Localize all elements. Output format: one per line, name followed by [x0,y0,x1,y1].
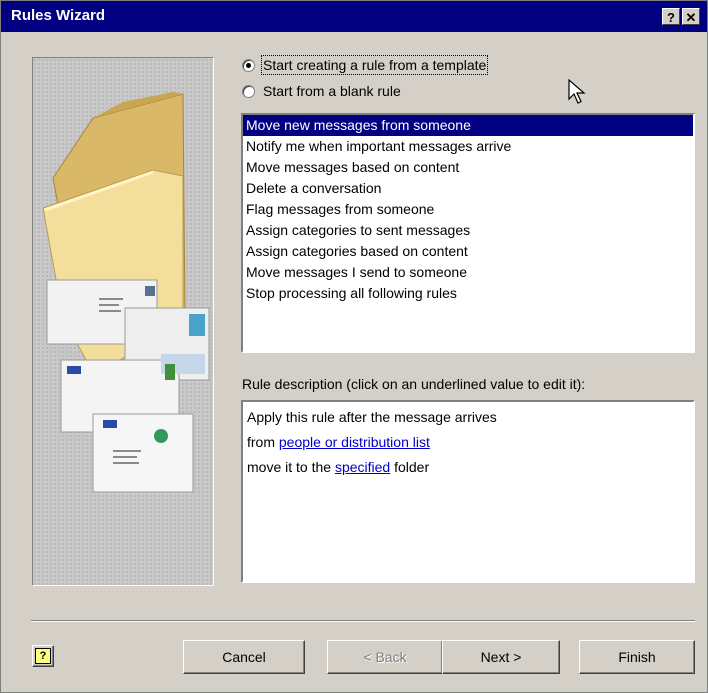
description-line-1: Apply this rule after the message arrive… [247,409,497,425]
help-button[interactable]: ? [32,645,54,667]
option-blank-rule[interactable]: Start from a blank rule [242,81,401,101]
title-bar[interactable]: Rules Wizard ? ✕ [1,1,707,32]
radio-blank[interactable] [242,84,255,98]
description-line-3: move it to the specified folder [247,456,693,481]
list-item[interactable]: Move messages I send to someone [243,262,693,283]
description-move-text: move it to the [247,459,332,475]
rule-description-box: Apply this rule after the message arrive… [241,400,695,583]
radio-template[interactable] [242,58,255,72]
rule-description-label: Rule description (click on an underlined… [242,376,586,392]
next-button[interactable]: Next > [442,640,560,674]
people-or-distribution-list-link[interactable]: people or distribution list [279,434,430,450]
list-item[interactable]: Flag messages from someone [243,199,693,220]
description-from-text: from [247,434,275,450]
list-item[interactable]: Stop processing all following rules [243,283,693,304]
cancel-button[interactable]: Cancel [183,640,305,674]
separator [31,620,695,622]
list-item[interactable]: Assign categories to sent messages [243,220,693,241]
list-item[interactable]: Assign categories based on content [243,241,693,262]
window-title: Rules Wizard [11,7,106,24]
title-help-button[interactable]: ? [662,8,680,25]
list-item[interactable]: Move new messages from someone [243,115,693,136]
option-template-label[interactable]: Start creating a rule from a template [260,55,489,75]
list-item[interactable]: Move messages based on content [243,157,693,178]
option-from-template[interactable]: Start creating a rule from a template [242,55,489,75]
close-button[interactable]: ✕ [682,8,700,25]
help-icon: ? [35,648,51,664]
list-item[interactable]: Notify me when important messages arrive [243,136,693,157]
option-blank-label[interactable]: Start from a blank rule [263,83,401,99]
folder-envelopes-illustration [42,92,210,493]
back-button[interactable]: < Back [327,640,443,674]
description-line-2: from people or distribution list [247,431,693,456]
specified-folder-link[interactable]: specified [335,459,390,475]
template-listbox[interactable]: Move new messages from someone Notify me… [241,113,695,353]
mouse-pointer-icon [568,79,586,104]
list-item[interactable]: Delete a conversation [243,178,693,199]
finish-button[interactable]: Finish [579,640,695,674]
rules-wizard-window: Rules Wizard ? ✕ Start creating a rule f… [0,0,708,693]
wizard-illustration [32,57,214,586]
description-folder-text: folder [394,459,430,475]
